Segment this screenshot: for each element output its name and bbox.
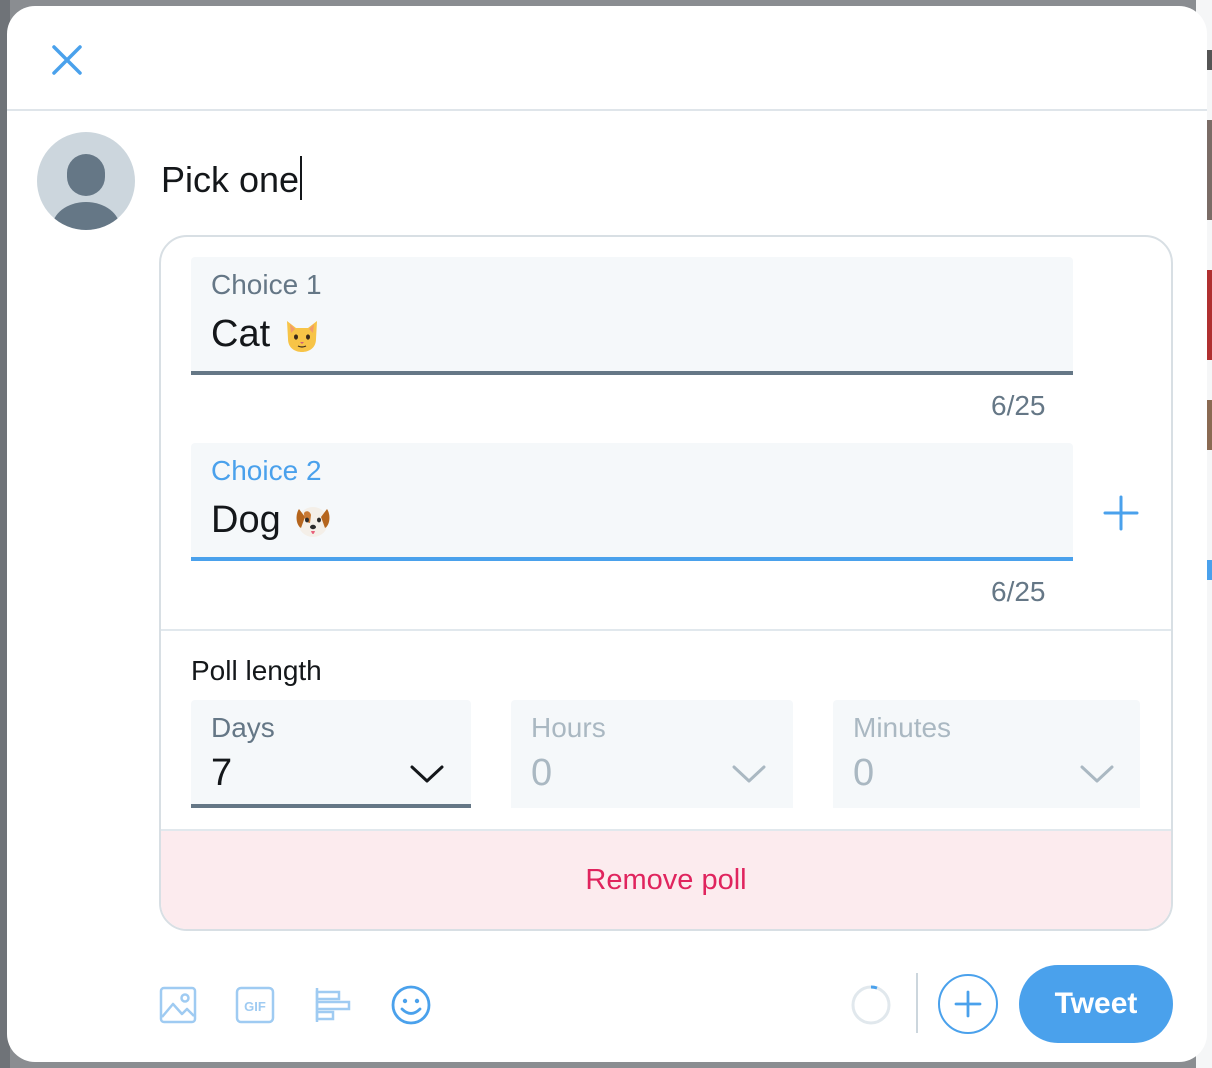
poll-divider [161,629,1171,631]
emoji-icon [391,985,431,1025]
poll-choice-2-label: Choice 2 [211,455,322,486]
poll-choice-1-field[interactable]: Choice 1 Cat [191,257,1073,375]
tweet-text-input[interactable]: Pick one [161,156,303,204]
poll-length-label: Poll length [191,655,322,686]
poll-choice-1-label: Choice 1 [211,269,322,300]
gif-icon: GIF [235,986,275,1024]
cat-face-emoji-icon [287,320,318,352]
poll-hours-select[interactable]: Hours 0 [511,700,793,808]
poll-hours-value: 0 [531,752,553,794]
add-poll-button[interactable] [310,982,356,1028]
remove-poll-button[interactable]: Remove poll [161,831,1171,929]
poll-minutes-label: Minutes [853,712,952,743]
svg-text:GIF: GIF [244,999,266,1014]
plus-icon [954,990,982,1018]
header-divider [7,109,1207,111]
chevron-down-icon [410,765,444,783]
poll-hours-label: Hours [531,712,606,743]
poll-days-label: Days [211,712,275,743]
poll-minutes-value: 0 [853,752,875,794]
character-count-ring [851,985,891,1025]
add-emoji-button[interactable] [388,982,434,1028]
close-button[interactable] [43,36,91,84]
avatar[interactable] [37,132,135,230]
poll-container: Choice 1 Cat 6/25 Choice 2 Dog 6/25 Poll… [159,235,1173,931]
poll-choice-2-value: Dog [211,499,281,541]
compose-tweet-modal: Pick one Choice 1 Cat 6/25 Choice 2 Dog … [7,6,1207,1062]
poll-icon [315,988,351,1022]
image-icon [159,986,197,1024]
close-icon [52,45,82,75]
poll-choice-2-field[interactable]: Choice 2 Dog [191,443,1073,561]
text-caret [300,156,303,200]
add-gif-button[interactable]: GIF [232,982,278,1028]
poll-choice-1-counter: 6/25 [991,390,1046,421]
default-profile-icon [52,154,120,230]
chevron-down-icon [1080,765,1114,783]
poll-choice-1-value: Cat [211,313,271,355]
poll-days-value: 7 [211,752,233,794]
poll-days-select[interactable]: Days 7 [191,700,471,808]
add-choice-button[interactable] [1095,487,1147,539]
tweet-button[interactable]: Tweet [1019,965,1173,1043]
add-another-tweet-button[interactable] [938,974,998,1034]
add-media-button[interactable] [155,982,201,1028]
plus-icon [1103,495,1139,531]
poll-minutes-select[interactable]: Minutes 0 [833,700,1140,808]
tweet-text-value: Pick one [161,159,300,200]
dog-face-emoji-icon [296,506,330,537]
poll-choice-2-counter: 6/25 [991,576,1046,607]
toolbar-divider [916,973,918,1033]
chevron-down-icon [732,765,766,783]
